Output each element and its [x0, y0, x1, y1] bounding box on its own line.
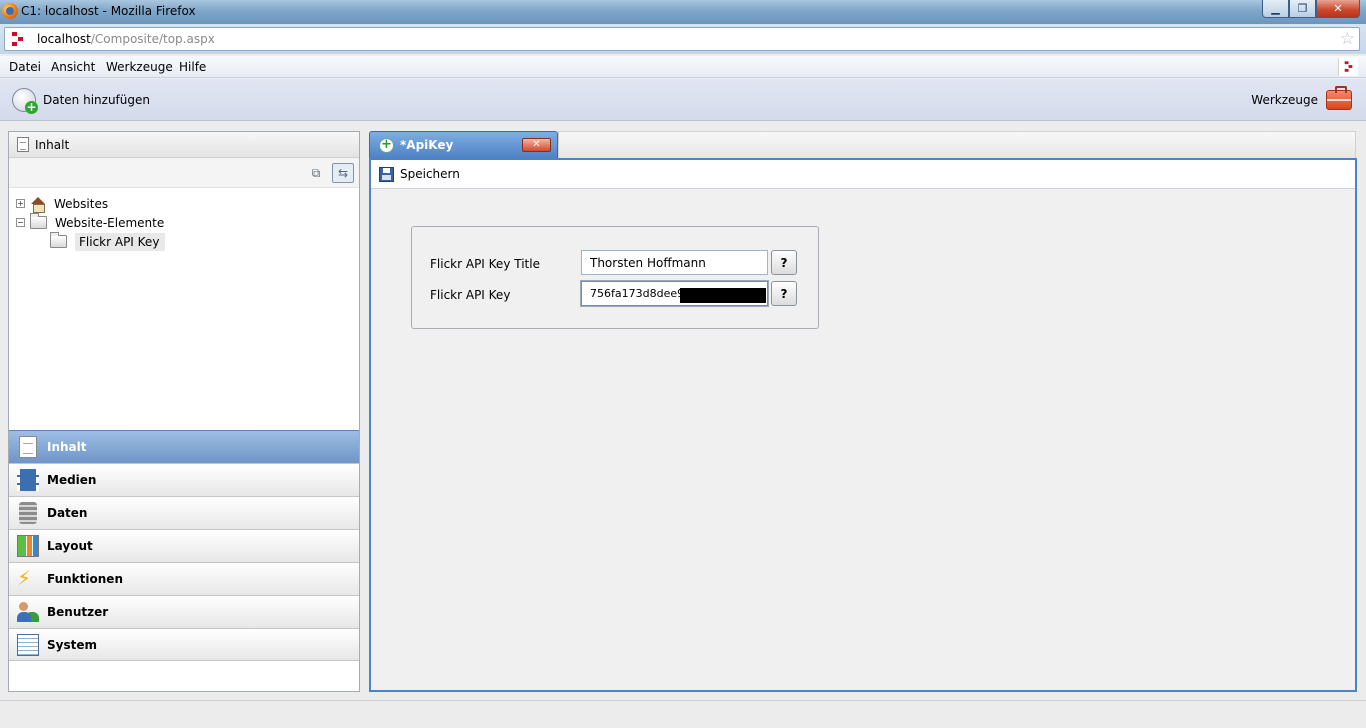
key-help-button[interactable]: ?: [771, 281, 797, 306]
minimize-button[interactable]: ▁: [1262, 0, 1289, 18]
window-titlebar: C1: localhost - Mozilla Firefox ▁ ❐ ✕: [0, 0, 1366, 24]
system-icon: [17, 634, 39, 656]
nav-label: Inhalt: [47, 440, 87, 454]
tools-label: Werkzeuge: [1251, 93, 1318, 107]
editor-panel: Speichern Flickr API Key Title ? Flickr …: [369, 158, 1357, 692]
url-host: localhost: [37, 32, 91, 46]
close-button[interactable]: ✕: [1316, 0, 1360, 18]
window-controls: ▁ ❐ ✕: [1262, 0, 1360, 18]
users-icon: [17, 601, 39, 623]
content-tree: + Websites − Website-Elemente Flickr API…: [9, 188, 359, 424]
tools-button[interactable]: Werkzeuge: [1251, 87, 1352, 113]
document-icon: [19, 436, 37, 458]
media-icon: [17, 469, 39, 491]
tab-apikey[interactable]: *ApiKey ✕: [369, 131, 558, 158]
title-field-label: Flickr API Key Title: [430, 257, 540, 271]
menu-hilfe[interactable]: Hilfe: [179, 60, 206, 74]
nav-label: System: [47, 638, 97, 652]
collapse-tree-icon[interactable]: −: [16, 218, 25, 227]
save-button[interactable]: Speichern: [400, 167, 460, 181]
tree-label-websites: Websites: [54, 197, 108, 211]
folder-icon: [30, 216, 47, 229]
layout-icon: [17, 535, 39, 557]
nav-item-daten[interactable]: Daten: [9, 496, 359, 529]
house-icon: [30, 197, 46, 211]
content-panel-header: Inhalt: [9, 132, 359, 158]
nav-label: Benutzer: [47, 605, 108, 619]
address-row: localhost/Composite/top.aspx ☆: [0, 24, 1366, 54]
perspective-nav: Inhalt Medien Daten Layout Funktionen Be…: [9, 430, 359, 661]
tree-label-website-elements: Website-Elemente: [55, 216, 164, 230]
add-data-label: Daten hinzufügen: [43, 93, 150, 107]
toolbox-icon: [1326, 90, 1352, 110]
add-icon: [379, 138, 394, 153]
url-bar[interactable]: localhost/Composite/top.aspx ☆: [4, 27, 1360, 51]
tree-item-flickr-api-key[interactable]: Flickr API Key: [50, 232, 165, 251]
tree-item-websites[interactable]: + Websites: [16, 194, 108, 213]
expand-icon[interactable]: +: [16, 199, 25, 208]
nav-label: Layout: [47, 539, 93, 553]
close-icon[interactable]: ✕: [522, 138, 551, 152]
firefox-icon: [2, 3, 18, 19]
url-path: /Composite/top.aspx: [91, 32, 215, 46]
key-field-label: Flickr API Key: [430, 288, 510, 302]
editor-toolbar: Speichern: [371, 160, 1355, 189]
menu-werkzeuge[interactable]: Werkzeuge: [106, 60, 173, 74]
title-field[interactable]: [581, 250, 768, 275]
lightning-icon: [17, 568, 39, 590]
status-bar: [0, 700, 1366, 728]
sync-icon[interactable]: ⇆: [332, 163, 354, 183]
title-help-button[interactable]: ?: [771, 250, 797, 275]
folder-icon: [50, 235, 67, 248]
nav-item-benutzer[interactable]: Benutzer: [9, 595, 359, 628]
nav-item-inhalt[interactable]: Inhalt: [9, 430, 359, 463]
add-data-button[interactable]: Daten hinzufügen: [12, 87, 150, 113]
add-data-icon: [12, 88, 36, 112]
tree-item-website-elements[interactable]: − Website-Elemente: [16, 213, 164, 232]
save-icon: [379, 167, 394, 182]
menu-ansicht[interactable]: Ansicht: [51, 60, 95, 74]
star-icon[interactable]: ☆: [1340, 29, 1355, 49]
nav-label: Funktionen: [47, 572, 123, 586]
menu-datei[interactable]: Datei: [9, 60, 41, 74]
window-title: C1: localhost - Mozilla Firefox: [21, 4, 196, 18]
tab-strip: [558, 131, 1356, 158]
database-icon: [19, 502, 37, 524]
maximize-button[interactable]: ❐: [1289, 0, 1316, 18]
tab-title: *ApiKey: [400, 138, 453, 152]
document-icon: [17, 137, 29, 152]
nav-item-medien[interactable]: Medien: [9, 463, 359, 496]
url-text[interactable]: localhost/Composite/top.aspx: [37, 32, 215, 46]
tree-toolbar: ⧉ ⇆: [9, 158, 359, 188]
nav-item-funktionen[interactable]: Funktionen: [9, 562, 359, 595]
c1-icon: [12, 32, 24, 46]
main-toolbar: Daten hinzufügen Werkzeuge: [0, 79, 1366, 121]
collapse-icon[interactable]: ⧉: [305, 163, 327, 183]
tree-label-flickr-api-key: Flickr API Key: [75, 233, 165, 251]
c1-logo-icon: [1338, 58, 1358, 76]
nav-label: Daten: [47, 506, 87, 520]
nav-label: Medien: [47, 473, 96, 487]
apikey-form: Flickr API Key Title ? Flickr API Key ?: [411, 226, 819, 329]
content-panel-title: Inhalt: [35, 138, 69, 152]
menubar: Datei Ansicht Werkzeuge Hilfe: [0, 56, 1366, 78]
redaction-bar: [680, 288, 766, 303]
content-panel: Inhalt ⧉ ⇆ + Websites − Website-Elemente…: [8, 131, 360, 692]
nav-item-system[interactable]: System: [9, 628, 359, 661]
nav-item-layout[interactable]: Layout: [9, 529, 359, 562]
